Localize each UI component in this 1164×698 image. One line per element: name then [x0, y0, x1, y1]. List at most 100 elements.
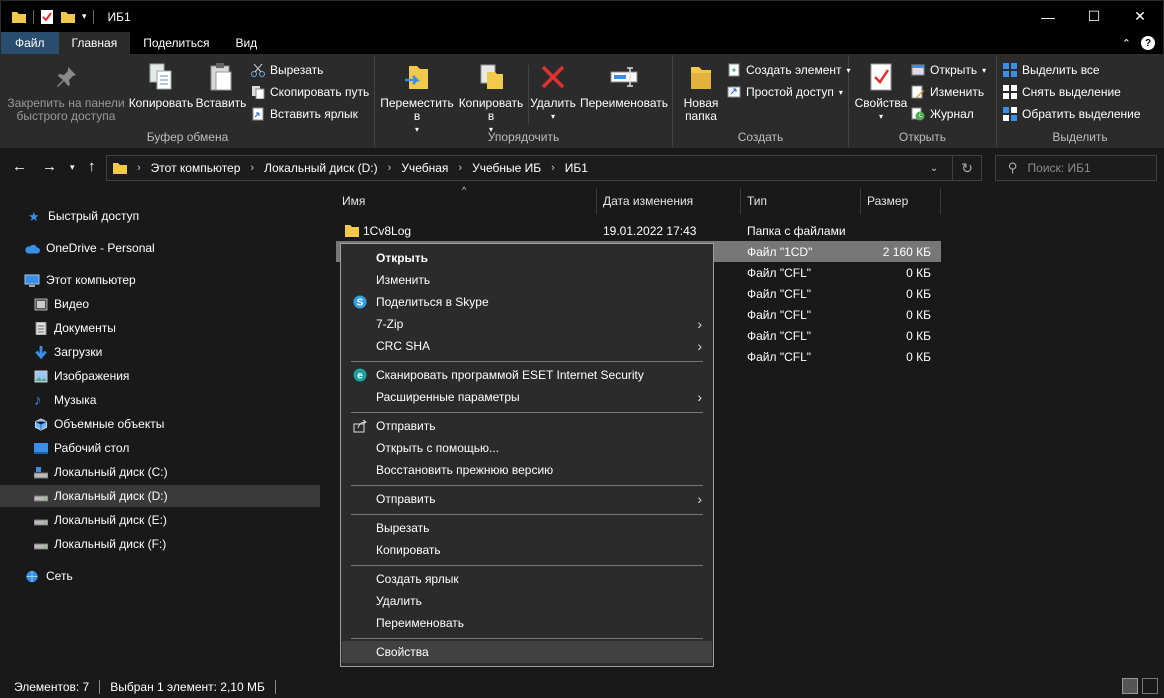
- eset-icon: e: [353, 368, 367, 382]
- nav-onedrive[interactable]: OneDrive - Personal: [0, 237, 320, 259]
- copy-icon: [149, 63, 172, 90]
- refresh-icon[interactable]: ↻: [961, 160, 973, 177]
- copy-to-button[interactable]: Копировать в ▾: [455, 61, 527, 136]
- nav-video[interactable]: Видео: [0, 293, 320, 315]
- chevron-up-icon[interactable]: ⌃: [1122, 37, 1131, 50]
- file-name: 1Cv8Log: [363, 224, 412, 238]
- history-label: Журнал: [930, 107, 974, 121]
- nav-pictures[interactable]: Изображения: [0, 365, 320, 387]
- tab-file[interactable]: Файл: [1, 32, 59, 54]
- invert-selection-label: Обратить выделение: [1022, 107, 1141, 121]
- nav-disk-c[interactable]: Локальный диск (C:): [0, 461, 320, 483]
- select-group-label: Выделить: [1052, 130, 1108, 144]
- folder-icon: [113, 163, 127, 174]
- paste-button[interactable]: Вставить: [195, 61, 247, 110]
- menu-item-edit[interactable]: Изменить: [342, 269, 712, 291]
- system-drive-icon: [34, 466, 48, 478]
- edit-button[interactable]: Изменить: [911, 85, 984, 99]
- nav-documents[interactable]: Документы: [0, 317, 320, 339]
- nav-disk-f[interactable]: Локальный диск (F:): [0, 533, 320, 555]
- nav-3d-objects[interactable]: Объемные объекты: [0, 413, 320, 435]
- maximize-button[interactable]: ☐: [1071, 1, 1117, 32]
- tab-home[interactable]: Главная: [58, 32, 131, 54]
- nav-network-label: Сеть: [46, 569, 73, 583]
- rename-button[interactable]: Переименовать: [579, 61, 669, 110]
- new-folder-button[interactable]: Новая папка: [679, 61, 723, 123]
- cloud-icon: [25, 244, 40, 253]
- new-folder-qa-icon[interactable]: [60, 10, 76, 24]
- help-icon[interactable]: ?: [1141, 36, 1155, 50]
- nav-music[interactable]: ♪ Музыка: [0, 389, 320, 411]
- nav-disk-d[interactable]: Локальный диск (D:): [0, 485, 320, 507]
- move-to-label: Переместить в: [380, 96, 454, 123]
- file-row[interactable]: 1Cv8Log 19.01.2022 17:43 Папка с файлами: [336, 220, 941, 241]
- cut-button[interactable]: Вырезать: [251, 63, 323, 77]
- minimize-button[interactable]: —: [1025, 1, 1071, 32]
- move-to-button[interactable]: Переместить в ▾: [380, 61, 454, 136]
- copy-path-button[interactable]: Скопировать путь: [251, 85, 369, 99]
- menu-item-properties[interactable]: Свойства: [342, 641, 712, 663]
- menu-item-share[interactable]: Отправить: [342, 415, 712, 437]
- tab-view[interactable]: Вид: [222, 32, 270, 54]
- menu-item-delete[interactable]: Удалить: [342, 590, 712, 612]
- large-icons-view-icon[interactable]: [1142, 678, 1158, 694]
- skype-icon: S: [353, 295, 367, 309]
- breadcrumb-uchebnaya[interactable]: Учебная: [401, 161, 448, 175]
- nav-quick-access[interactable]: ★ Быстрый доступ: [0, 205, 320, 227]
- back-arrow-icon[interactable]: ←: [12, 158, 27, 175]
- breadcrumb-ib1[interactable]: ИБ1: [565, 161, 588, 175]
- new-item-button[interactable]: Создать элемент ▾: [727, 63, 851, 77]
- menu-item-open-with[interactable]: Открыть с помощью...: [342, 437, 712, 459]
- search-input[interactable]: ⚲ Поиск: ИБ1: [995, 155, 1157, 181]
- address-dropdown-icon[interactable]: ⌄: [930, 163, 938, 174]
- column-header-date[interactable]: Дата изменения: [597, 188, 741, 214]
- paste-shortcut-button[interactable]: Вставить ярлык: [251, 107, 358, 121]
- copy-button[interactable]: Копировать: [129, 61, 193, 110]
- menu-item-skype[interactable]: S Поделиться в Skype: [342, 291, 712, 313]
- properties-qa-icon[interactable]: [40, 9, 54, 25]
- nav-desktop[interactable]: Рабочий стол: [0, 437, 320, 459]
- select-none-button[interactable]: Снять выделение: [1003, 85, 1121, 99]
- breadcrumb-this-pc[interactable]: Этот компьютер: [151, 161, 241, 175]
- pin-quick-access-button[interactable]: Закрепить на панели быстрого доступа: [7, 61, 125, 123]
- menu-separator: [351, 485, 703, 486]
- invert-selection-button[interactable]: Обратить выделение: [1003, 107, 1141, 121]
- address-bar[interactable]: › Этот компьютер › Локальный диск (D:) ›…: [106, 155, 982, 181]
- column-header-size[interactable]: Размер: [861, 188, 941, 214]
- open-button[interactable]: Открыть ▾: [911, 63, 986, 77]
- menu-item-cut[interactable]: Вырезать: [342, 517, 712, 539]
- delete-button[interactable]: Удалить ▾: [530, 61, 576, 123]
- menu-item-open[interactable]: Открыть: [342, 247, 712, 269]
- menu-item-create-shortcut[interactable]: Создать ярлык: [342, 568, 712, 590]
- history-button[interactable]: Журнал: [911, 107, 974, 121]
- menu-item-advanced[interactable]: Расширенные параметры ›: [342, 386, 712, 408]
- menu-item-crc-sha[interactable]: CRC SHA ›: [342, 335, 712, 357]
- menu-item-eset[interactable]: e Сканировать программой ESET Internet S…: [342, 364, 712, 386]
- recent-locations-chevron-icon[interactable]: ▾: [70, 162, 75, 173]
- easy-access-button[interactable]: Простой доступ ▾: [727, 85, 843, 99]
- menu-item-send-to[interactable]: Отправить ›: [342, 488, 712, 510]
- nav-network[interactable]: Сеть: [0, 565, 320, 587]
- file-type: Файл "CFL": [747, 350, 812, 364]
- breadcrumb-uchebnye-ib[interactable]: Учебные ИБ: [472, 161, 541, 175]
- column-header-name[interactable]: Имя: [336, 188, 597, 214]
- select-all-button[interactable]: Выделить все: [1003, 63, 1100, 77]
- menu-item-rename[interactable]: Переименовать: [342, 612, 712, 634]
- qa-customize-icon[interactable]: ▾: [82, 11, 87, 22]
- nav-downloads[interactable]: Загрузки: [0, 341, 320, 363]
- nav-disk-e[interactable]: Локальный диск (E:): [0, 509, 320, 531]
- tab-share[interactable]: Поделиться: [130, 32, 222, 54]
- menu-item-copy[interactable]: Копировать: [342, 539, 712, 561]
- column-header-type[interactable]: Тип: [741, 188, 861, 214]
- menu-item-restore-version[interactable]: Восстановить прежнюю версию: [342, 459, 712, 481]
- forward-arrow-icon[interactable]: →: [42, 158, 57, 175]
- properties-button[interactable]: Свойства ▾: [853, 61, 909, 123]
- breadcrumb-disk-d[interactable]: Локальный диск (D:): [264, 161, 378, 175]
- copy-path-icon: [252, 86, 265, 99]
- svg-text:S: S: [357, 298, 364, 309]
- nav-this-pc[interactable]: Этот компьютер: [0, 269, 320, 291]
- details-view-icon[interactable]: [1122, 678, 1138, 694]
- up-arrow-icon[interactable]: ↑: [88, 158, 96, 175]
- menu-item-7zip[interactable]: 7-Zip ›: [342, 313, 712, 335]
- close-button[interactable]: ✕: [1117, 1, 1163, 32]
